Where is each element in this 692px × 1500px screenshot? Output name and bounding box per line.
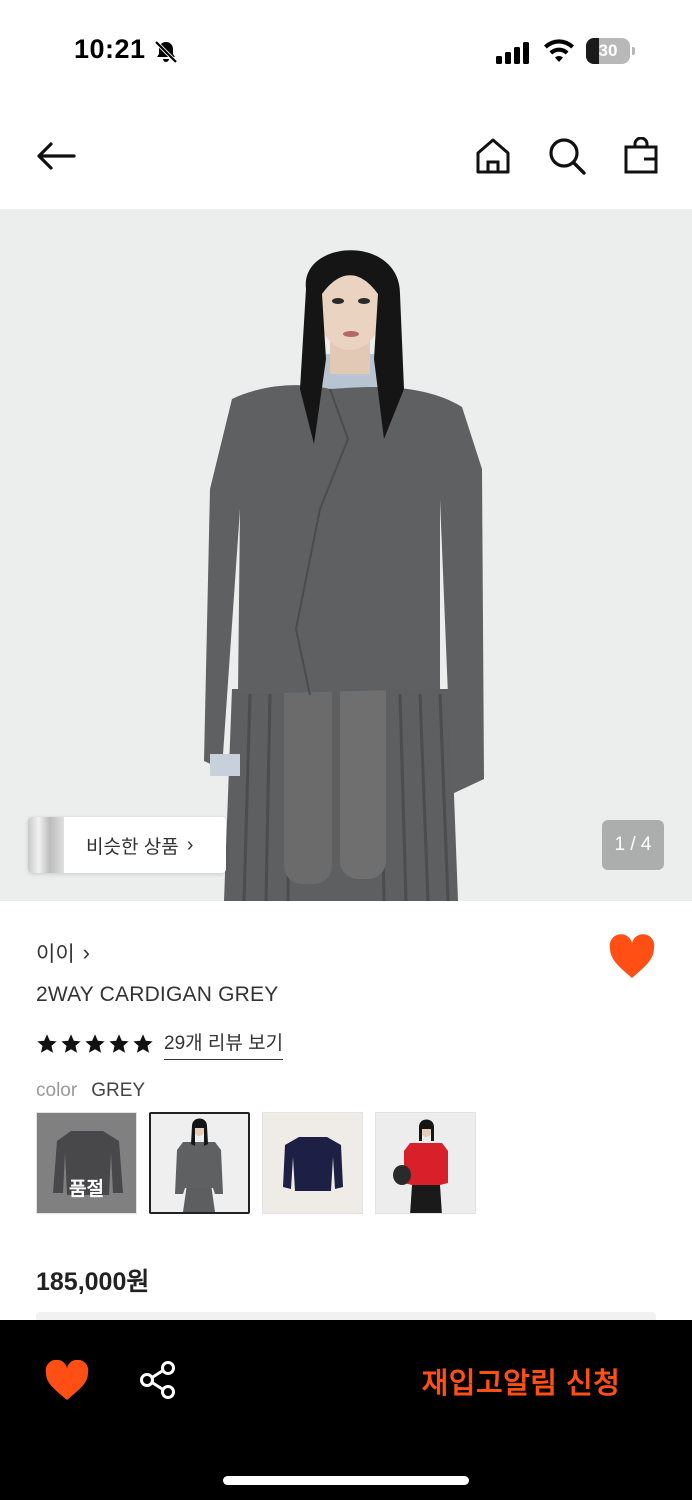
swatch-red[interactable]: [375, 1112, 476, 1214]
chevron-right-icon: ›: [186, 833, 194, 856]
chevron-right-icon: ›: [82, 940, 90, 965]
swatch-grey[interactable]: [149, 1112, 250, 1214]
home-icon: [476, 138, 510, 174]
swatch-navy[interactable]: [262, 1112, 363, 1214]
image-page-indicator: 1 / 4: [602, 820, 664, 870]
model-photo: [0, 209, 692, 901]
color-label: color: [36, 1080, 78, 1101]
home-indicator: [223, 1476, 469, 1485]
review-link[interactable]: 29개 리뷰 보기: [164, 1028, 284, 1060]
star-icon: [37, 1034, 57, 1053]
header: [0, 118, 692, 198]
similar-products-button[interactable]: 비슷한 상품 ›: [28, 817, 226, 873]
brand-name: 이이: [36, 943, 75, 966]
rating-row: 29개 리뷰 보기: [36, 1028, 284, 1060]
back-arrow-icon: [37, 142, 76, 170]
favorite-heart-icon[interactable]: [608, 934, 656, 980]
status-bar: 10:21 30: [0, 0, 692, 100]
sweater-thumbnail: [263, 1113, 362, 1213]
product-name: 2WAY CARDIGAN GREY: [36, 983, 279, 1006]
price: 185,000원: [36, 1268, 150, 1296]
wifi-icon: [544, 39, 574, 62]
brand-link[interactable]: 이이 ›: [36, 938, 90, 968]
search-button[interactable]: [543, 132, 591, 180]
battery-level: 30: [598, 41, 618, 60]
status-time: 10:21: [74, 34, 146, 64]
search-icon: [549, 138, 586, 175]
shopping-bag-icon: [624, 137, 658, 174]
cart-button[interactable]: [617, 132, 665, 180]
share-icon[interactable]: [138, 1360, 178, 1400]
cellular-signal-icon: [496, 42, 529, 64]
bell-muted-icon: [154, 40, 178, 64]
bottom-action-bar: 재입고알림 신청: [0, 1320, 692, 1500]
star-icon: [109, 1034, 129, 1053]
star-rating: [36, 1033, 154, 1055]
color-value: GREY: [91, 1080, 146, 1101]
color-row: color GREY: [36, 1080, 145, 1102]
similar-products-label: 비슷한 상품: [86, 836, 179, 858]
model-thumbnail: [151, 1114, 248, 1212]
restock-alert-button[interactable]: 재입고알림 신청: [390, 1356, 652, 1406]
swatch-dark-grey[interactable]: 품절: [36, 1112, 137, 1214]
soldout-label: 품절: [69, 1179, 104, 1200]
similar-products-thumbnail: [28, 817, 64, 873]
model-thumbnail: [376, 1113, 475, 1213]
star-icon: [85, 1034, 105, 1053]
back-button[interactable]: [32, 132, 80, 180]
battery-icon: 30: [586, 38, 635, 64]
star-icon: [133, 1034, 153, 1053]
section-divider: [36, 1312, 656, 1320]
heart-icon[interactable]: [44, 1360, 90, 1402]
color-swatches: 품절: [36, 1112, 476, 1214]
home-button[interactable]: [469, 132, 517, 180]
star-icon: [61, 1034, 81, 1053]
product-image[interactable]: [0, 209, 692, 901]
